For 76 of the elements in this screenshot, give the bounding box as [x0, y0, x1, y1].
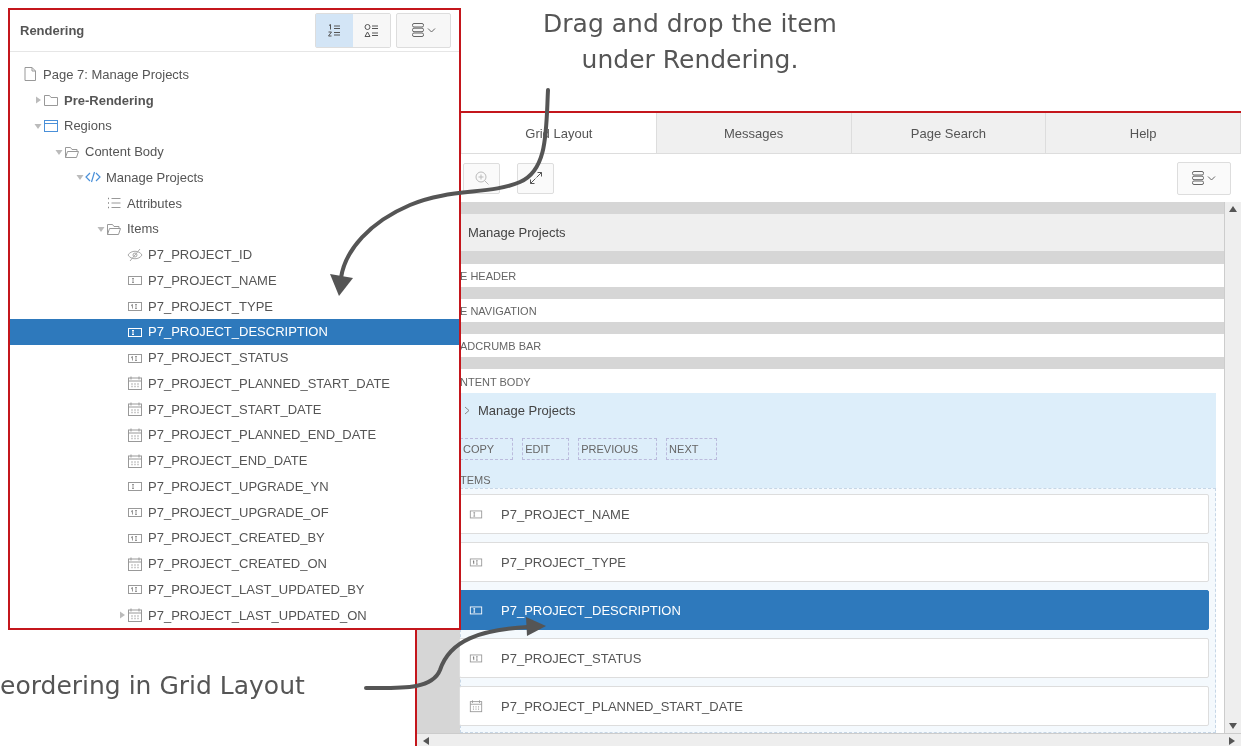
tree-item[interactable]: Content Body — [10, 138, 459, 165]
annotation-text: eordering in Grid Layout — [0, 670, 305, 702]
tree-item[interactable]: Manage Projects — [10, 164, 459, 191]
region-button[interactable]: COPY — [460, 438, 514, 460]
tree-item[interactable]: P7_PROJECT_UPGRADE_OF — [10, 499, 459, 525]
expand-toggle-icon[interactable] — [117, 610, 127, 621]
text-field-icon — [467, 603, 485, 617]
expand-toggle-icon[interactable] — [33, 95, 43, 106]
menu-icon — [1191, 170, 1217, 186]
tree-item[interactable]: Pre-Rendering — [10, 87, 459, 113]
tree-item[interactable]: P7_PROJECT_ID — [10, 241, 459, 268]
shape-list-icon — [364, 22, 379, 38]
items-label: TEMS — [460, 474, 492, 488]
view-toggle-button[interactable] — [316, 13, 353, 47]
tree-item[interactable]: P7_PROJECT_TYPE — [10, 293, 459, 319]
tree-item[interactable]: Items — [10, 216, 459, 242]
region-button[interactable]: NEXT — [666, 438, 718, 460]
horizontal-scrollbar[interactable] — [417, 733, 1241, 746]
item-card[interactable]: P7_PROJECT_NAME — [459, 494, 1209, 534]
page-icon — [22, 66, 38, 83]
text-field-icon — [467, 507, 485, 521]
calendar-icon — [127, 375, 143, 392]
crossed-eye-icon — [127, 246, 143, 263]
tree-item[interactable]: P7_PROJECT_PLANNED_END_DATE — [10, 422, 459, 448]
page-position-label: E NAVIGATION — [460, 299, 1224, 322]
tree-item[interactable]: Page 7: Manage Projects — [10, 61, 459, 88]
scroll-right-icon — [1229, 737, 1235, 745]
tree-item[interactable]: P7_PROJECT_CREATED_ON — [10, 550, 459, 577]
page-position-label: ADCRUMB BAR — [460, 334, 1224, 357]
tree-item[interactable]: Attributes — [10, 190, 459, 216]
tree-item[interactable]: P7_PROJECT_LAST_UPDATED_ON — [10, 602, 459, 628]
menu-icon — [410, 22, 437, 39]
tree-item[interactable]: P7_PROJECT_DESCRIPTION — [10, 319, 459, 345]
page-title: Manage Projects — [460, 214, 1224, 251]
folder-icon — [43, 92, 59, 109]
region-title: Manage Projects — [478, 403, 576, 418]
vertical-scrollbar[interactable] — [1224, 202, 1241, 733]
chevron-icon — [464, 406, 470, 415]
item-card[interactable]: P7_PROJECT_STATUS — [459, 638, 1209, 678]
scroll-down-icon — [1229, 723, 1237, 729]
number-field-icon — [467, 555, 485, 569]
tree-item[interactable]: P7_PROJECT_NAME — [10, 267, 459, 294]
zoom-in-icon — [473, 170, 490, 186]
page-position-label: E HEADER — [460, 264, 1224, 287]
calendar-icon — [127, 607, 143, 624]
region-button[interactable]: PREVIOUS — [578, 438, 658, 460]
numbered-list-icon — [327, 22, 342, 38]
menu-button[interactable] — [396, 12, 451, 48]
calendar-icon — [467, 699, 485, 713]
annotation-text: Drag and drop the item under Rendering. — [542, 8, 838, 76]
window-icon — [43, 117, 59, 134]
scroll-up-icon — [1229, 206, 1237, 212]
item-card[interactable]: P7_PROJECT_PLANNED_START_DATE — [459, 686, 1209, 726]
view-toggle-button[interactable] — [353, 13, 390, 47]
tree-item[interactable]: P7_PROJECT_STATUS — [10, 344, 459, 371]
tree-item[interactable]: Regions — [10, 113, 459, 139]
calendar-icon — [127, 426, 143, 443]
tree-item[interactable]: P7_PROJECT_START_DATE — [10, 396, 459, 422]
calendar-icon — [127, 401, 143, 418]
tree-item[interactable]: P7_PROJECT_CREATED_BY — [10, 525, 459, 551]
calendar-icon — [127, 452, 143, 469]
tree-item[interactable]: P7_PROJECT_END_DATE — [10, 447, 459, 474]
panel-title: Rendering — [20, 22, 86, 38]
region-button[interactable]: EDIT — [522, 438, 570, 460]
number-field-icon — [467, 651, 485, 665]
calendar-icon — [127, 555, 143, 572]
item-card[interactable]: P7_PROJECT_DESCRIPTION — [459, 590, 1209, 630]
scroll-left-icon — [423, 737, 429, 745]
section-label: NTENT BODY — [460, 375, 532, 390]
tree-item[interactable]: P7_PROJECT_LAST_UPDATED_BY — [10, 576, 459, 603]
item-card[interactable]: P7_PROJECT_TYPE — [459, 542, 1209, 582]
tree-item[interactable]: P7_PROJECT_PLANNED_START_DATE — [10, 370, 459, 397]
expand-button[interactable] — [517, 162, 554, 194]
tree-item[interactable]: P7_PROJECT_UPGRADE_YN — [10, 473, 459, 500]
menu-button[interactable] — [1177, 161, 1231, 195]
expand-arrows-icon — [527, 170, 544, 186]
